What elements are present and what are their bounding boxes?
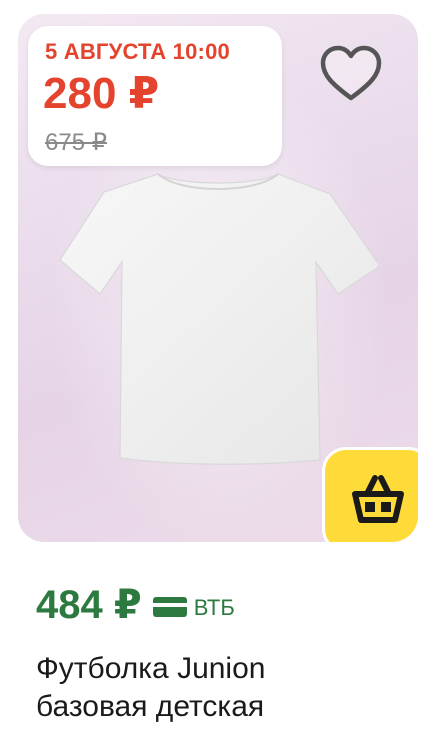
add-to-cart-button[interactable] [322,447,418,542]
heart-outline-icon [320,45,382,101]
current-price: 484 ₽ [36,583,142,627]
sale-badge: 5 АВГУСТА 10:00 280 ₽ 675 ₽ [28,26,282,166]
old-price: 675 ₽ [45,129,107,156]
sale-date: 5 АВГУСТА 10:00 [45,39,230,64]
sale-price: 280 ₽ [43,69,160,118]
favorite-button[interactable] [318,44,384,104]
product-title-line-1: Футболка Junion [36,652,266,685]
bank-card-icon [152,597,187,617]
product-title-line-2: базовая детская [36,690,265,723]
bank-label: ВТБ [193,595,235,620]
shopping-basket-icon [352,475,404,523]
price-row: 484 ₽ ВТБ [36,580,235,630]
product-title[interactable]: Футболка Junion базовая детская [36,650,426,726]
product-card[interactable]: 5 АВГУСТА 10:00 280 ₽ 675 ₽ 484 ₽ ВТБ Фу… [0,0,437,740]
tshirt-image [59,173,378,465]
